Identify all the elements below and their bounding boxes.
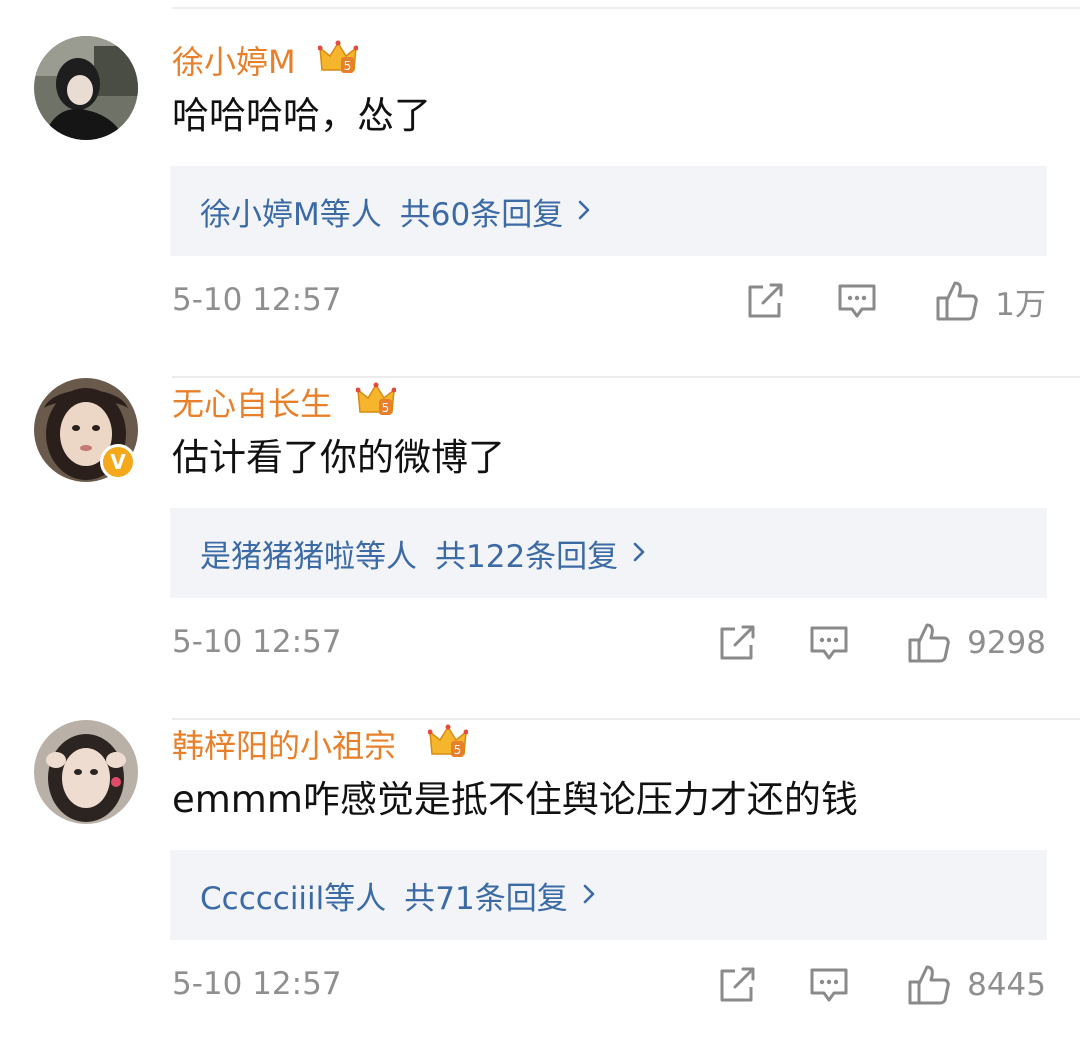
timestamp: 5-10 12:57 [172,282,342,318]
comment-icon[interactable] [809,967,849,1003]
comment-icon[interactable] [809,625,849,661]
timestamp: 5-10 12:57 [172,966,342,1002]
timestamp: 5-10 12:57 [172,624,342,660]
thumbs-up-icon[interactable] [935,280,979,322]
reply-users: Ccccciiil等人 [200,880,387,917]
avatar[interactable] [34,36,138,140]
comment-actions: 8445 [717,960,1046,1010]
crown-icon[interactable]: 5 [427,724,469,760]
svg-text:5: 5 [454,743,462,757]
like-count: 1万 [995,286,1046,323]
chevron-right-icon [582,877,596,913]
replies-link[interactable]: Ccccciiil等人 共71条回复 [170,850,1047,940]
thumbs-up-icon[interactable] [907,622,951,664]
share-icon[interactable] [717,625,757,661]
comment-icon[interactable] [837,283,877,319]
chevron-right-icon [577,193,591,229]
reply-count: 共71条回复 [404,880,568,917]
username[interactable]: 韩梓阳的小祖宗 [172,726,396,766]
username[interactable]: 徐小婷M [172,42,296,82]
top-divider [172,7,1080,9]
verified-badge-icon: V [100,444,136,480]
crown-icon[interactable]: 5 [355,382,397,418]
svg-text:5: 5 [382,401,390,415]
comment-text: 哈哈哈哈，怂了 [172,94,431,137]
comment-actions: 9298 [717,618,1046,668]
replies-link[interactable]: 是猪猪猪啦等人 共122条回复 [170,508,1047,598]
comment-item: 韩梓阳的小祖宗 5 emmm咋感觉是抵不住舆论压力才还的钱 Ccccciiil等… [0,720,1080,1062]
reply-count: 共122条回复 [435,538,619,575]
like-count: 9298 [967,625,1046,661]
comment-text: 估计看了你的微博了 [172,436,505,479]
comment-item: 徐小婷M 5 哈哈哈哈，怂了 徐小婷M等人 共60条回复 5-10 12:57 [0,36,1080,378]
thumbs-up-icon[interactable] [907,964,951,1006]
username[interactable]: 无心自长生 [172,384,332,424]
reply-users: 是猪猪猪啦等人 [200,538,417,575]
reply-users: 徐小婷M等人 [200,196,382,233]
comment-actions: 1万 [745,276,1046,326]
chevron-right-icon [632,535,646,571]
share-icon[interactable] [745,283,785,319]
like-count: 8445 [967,967,1046,1003]
crown-icon[interactable]: 5 [317,40,359,76]
comment-text: emmm咋感觉是抵不住舆论压力才还的钱 [172,778,858,821]
avatar[interactable] [34,720,138,824]
reply-count: 共60条回复 [399,196,564,233]
comment-item: V 无心自长生 5 估计看了你的微博了 是猪猪猪啦等人 共122条回复 5-10… [0,378,1080,720]
replies-link[interactable]: 徐小婷M等人 共60条回复 [170,166,1047,256]
share-icon[interactable] [717,967,757,1003]
svg-text:5: 5 [344,59,352,73]
